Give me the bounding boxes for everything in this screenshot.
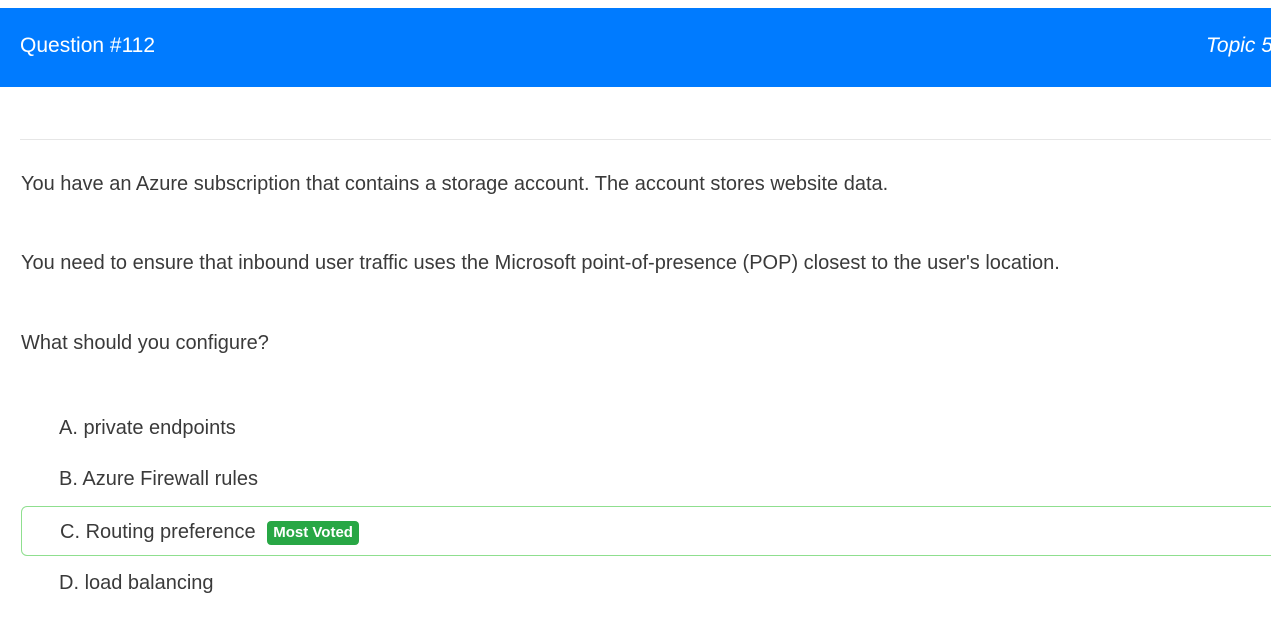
question-page: Question #112 Topic 5 You have an Azure … (0, 0, 1271, 620)
choice-letter: C. (60, 521, 80, 543)
choice-letter: B. (59, 468, 78, 490)
question-header: Question #112 Topic 5 (0, 8, 1271, 87)
topic-label: Topic 5 (1206, 34, 1271, 57)
divider (20, 139, 1271, 140)
question-prompt: What should you configure? (21, 332, 269, 354)
choice-a[interactable]: A. private endpoints (21, 403, 1271, 453)
question-paragraph: You need to ensure that inbound user tra… (21, 252, 1060, 274)
most-voted-badge: Most Voted (267, 521, 359, 545)
choice-c[interactable]: C. Routing preference Most Voted (21, 506, 1271, 556)
choice-label: load balancing (84, 572, 214, 594)
choice-label: Routing preference (85, 521, 256, 543)
choice-b[interactable]: B. Azure Firewall rules (21, 454, 1271, 504)
question-paragraph: You have an Azure subscription that cont… (21, 173, 889, 195)
choice-label: Azure Firewall rules (82, 468, 258, 490)
choice-letter: A. (59, 417, 78, 439)
question-number: Question #112 (20, 34, 156, 57)
choice-d[interactable]: D. load balancing (21, 558, 1271, 608)
choice-letter: D. (59, 572, 79, 594)
choice-label: private endpoints (83, 417, 236, 439)
